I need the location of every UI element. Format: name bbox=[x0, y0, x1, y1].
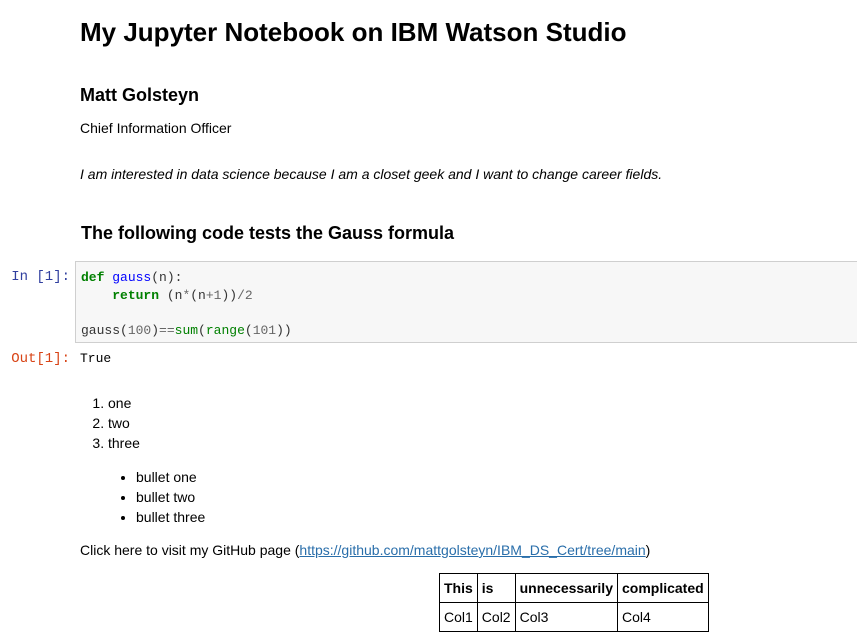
table-header: This bbox=[439, 573, 478, 603]
list-item: bullet three bbox=[136, 507, 205, 527]
list-item: bullet two bbox=[136, 487, 205, 507]
bullet-list: bullet one bullet two bullet three bbox=[108, 467, 205, 527]
author-role: Chief Information Officer bbox=[80, 120, 232, 136]
table-header: unnecessarily bbox=[514, 573, 618, 603]
output-prompt: Out[1]: bbox=[11, 351, 70, 367]
numbered-list: one two three bbox=[80, 393, 140, 453]
cell-output: True bbox=[80, 351, 112, 366]
notebook-title: My Jupyter Notebook on IBM Watson Studio bbox=[80, 17, 627, 47]
code-cell[interactable]: def gauss(n): return (n*(n+1))/2 gauss(1… bbox=[75, 261, 857, 343]
interest-statement: I am interested in data science because … bbox=[80, 166, 663, 182]
github-prefix: Click here to visit my GitHub page ( bbox=[80, 542, 300, 558]
list-item: three bbox=[108, 433, 140, 453]
author-name: Matt Golsteyn bbox=[80, 85, 200, 105]
markdown-table: This is unnecessarily complicated Col1 C… bbox=[439, 573, 709, 632]
code-editor[interactable]: def gauss(n): return (n*(n+1))/2 gauss(1… bbox=[76, 262, 857, 346]
table-cell: Col3 bbox=[514, 602, 618, 632]
table-cell: Col2 bbox=[476, 602, 516, 632]
section-heading: The following code tests the Gauss formu… bbox=[81, 223, 455, 243]
table-row: Col1 Col2 Col3 Col4 bbox=[439, 602, 709, 632]
table-cell: Col4 bbox=[616, 602, 709, 632]
table-cell: Col1 bbox=[439, 602, 478, 632]
table-header: is bbox=[476, 573, 516, 603]
github-link[interactable]: https://github.com/mattgolsteyn/IBM_DS_C… bbox=[299, 542, 645, 558]
table-header-row: This is unnecessarily complicated bbox=[439, 573, 709, 603]
github-suffix: ) bbox=[645, 542, 651, 558]
table-header: complicated bbox=[616, 573, 709, 603]
list-item: bullet one bbox=[136, 467, 205, 487]
list-item: two bbox=[108, 413, 140, 433]
list-item: one bbox=[108, 393, 140, 413]
input-prompt: In [1]: bbox=[11, 269, 70, 285]
github-line: Click here to visit my GitHub page (http… bbox=[80, 541, 650, 559]
